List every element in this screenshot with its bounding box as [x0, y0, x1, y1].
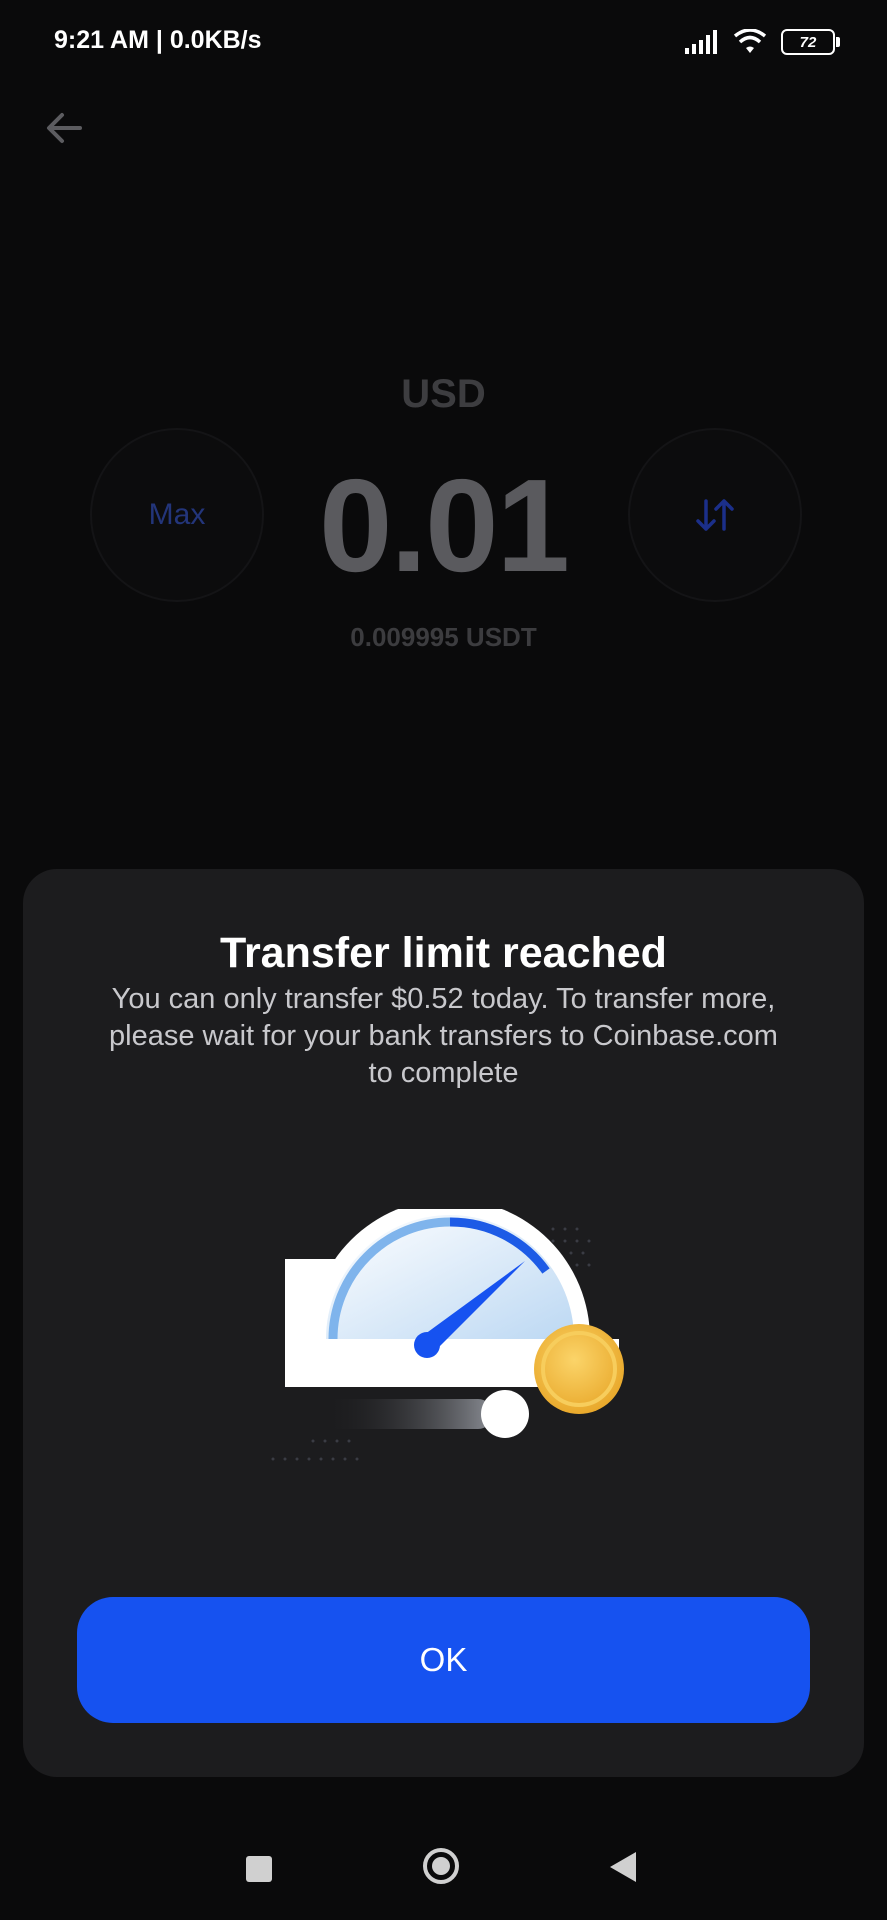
battery-icon: 72 — [781, 29, 840, 55]
home-icon[interactable] — [423, 1848, 459, 1884]
speedometer-coin-illustration — [271, 1209, 624, 1461]
currency-label: USD — [401, 372, 486, 416]
recents-icon[interactable] — [246, 1856, 272, 1882]
signal-icon — [685, 30, 717, 54]
arrow-left-icon[interactable] — [40, 104, 88, 152]
status-time: 9:21 AM | 0.0KB/s — [54, 26, 262, 54]
modal-title: Transfer limit reached — [220, 929, 667, 977]
status-bar: 9:21 AM | 0.0KB/s 72 — [0, 0, 887, 84]
transfer-limit-modal: Transfer limit reached You can only tran… — [23, 869, 864, 1777]
converted-amount: 0.009995 USDT — [350, 622, 537, 652]
swap-vertical-icon — [696, 499, 734, 531]
status-icons: 72 — [685, 26, 840, 58]
wifi-icon — [733, 29, 767, 53]
ok-button[interactable]: OK — [77, 1597, 810, 1723]
swap-currency-button[interactable] — [628, 428, 802, 602]
modal-message: You can only transfer $0.52 today. To tr… — [109, 983, 778, 1089]
back-icon[interactable] — [610, 1852, 636, 1882]
system-nav-bar — [0, 1820, 887, 1920]
